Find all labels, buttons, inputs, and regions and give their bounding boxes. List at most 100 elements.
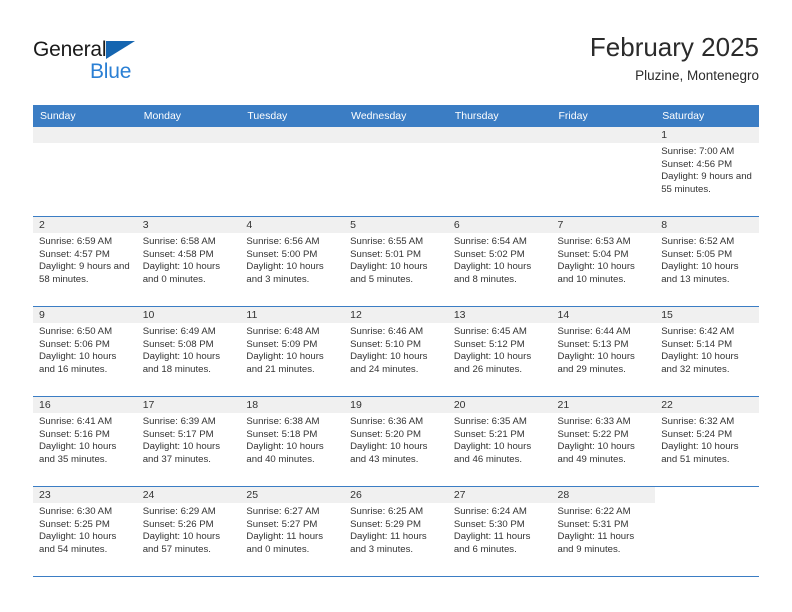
- calendar-day-19[interactable]: 19 Sunrise: 6:36 AM Sunset: 5:20 PM Dayligh…: [344, 397, 448, 486]
- sunset-text: Sunset: 4:58 PM: [142, 248, 214, 260]
- daylight-text: Daylight: 11 hours and 0 minutes.: [246, 531, 324, 555]
- calendar-cell: 15 Sunrise: 6:42 AM Sunset: 5:14 PM Dayligh…: [655, 306, 759, 397]
- day-details: Sunrise: 6:46 AM Sunset: 5:10 PM Daylight:…: [344, 323, 448, 376]
- calendar-day-16[interactable]: 16 Sunrise: 6:41 AM Sunset: 5:16 PM Dayligh…: [33, 397, 137, 486]
- day-number: 21: [551, 397, 656, 413]
- daylight-text: Daylight: 10 hours and 37 minutes.: [142, 441, 221, 465]
- daylight-text: Daylight: 10 hours and 35 minutes.: [39, 441, 117, 465]
- sunset-text: Sunset: 5:29 PM: [350, 518, 422, 530]
- day-number: [136, 127, 241, 143]
- day-number: [447, 127, 552, 143]
- day-number: 10: [136, 307, 241, 323]
- day-details: Sunrise: 6:56 AM Sunset: 5:00 PM Daylight:…: [240, 233, 344, 286]
- sunset-text: Sunset: 5:27 PM: [246, 518, 318, 530]
- calendar-day-24[interactable]: 24 Sunrise: 6:29 AM Sunset: 5:26 PM Dayligh…: [136, 487, 241, 576]
- calendar-day-12[interactable]: 12 Sunrise: 6:46 AM Sunset: 5:10 PM Dayligh…: [344, 307, 448, 396]
- sunrise-text: Sunrise: 6:22 AM: [557, 506, 631, 517]
- calendar-day-7[interactable]: 7 Sunrise: 6:53 AM Sunset: 5:04 PM Daylight…: [551, 217, 656, 306]
- sunset-text: Sunset: 5:26 PM: [142, 518, 214, 530]
- calendar-cell: 14 Sunrise: 6:44 AM Sunset: 5:13 PM Dayligh…: [551, 306, 656, 397]
- day-number: 6: [447, 217, 552, 233]
- day-details: Sunrise: 6:41 AM Sunset: 5:16 PM Daylight:…: [33, 413, 137, 466]
- calendar-cell: 6 Sunrise: 6:54 AM Sunset: 5:02 PM Daylight…: [447, 216, 552, 307]
- daylight-text: Daylight: 11 hours and 6 minutes.: [453, 531, 531, 555]
- calendar-week-row: 16 Sunrise: 6:41 AM Sunset: 5:16 PM Dayligh…: [33, 396, 759, 487]
- calendar-day-2[interactable]: 2 Sunrise: 6:59 AM Sunset: 4:57 PM Daylight…: [33, 217, 137, 306]
- day-details: Sunrise: 6:59 AM Sunset: 4:57 PM Daylight:…: [33, 233, 137, 286]
- calendar-day-3[interactable]: 3 Sunrise: 6:58 AM Sunset: 4:58 PM Daylight…: [136, 217, 241, 306]
- calendar-cell: 16 Sunrise: 6:41 AM Sunset: 5:16 PM Dayligh…: [33, 396, 137, 487]
- sunset-text: Sunset: 5:22 PM: [557, 428, 629, 440]
- day-details: Sunrise: 6:48 AM Sunset: 5:09 PM Daylight:…: [240, 323, 344, 376]
- page-title: February 2025: [589, 32, 759, 62]
- daylight-text: Daylight: 10 hours and 16 minutes.: [39, 351, 117, 375]
- calendar-body: 1 Sunrise: 7:00 AM Sunset: 4:56 PM Daylight…: [33, 127, 759, 577]
- calendar-day-empty: [240, 127, 345, 216]
- calendar-day-26[interactable]: 26 Sunrise: 6:25 AM Sunset: 5:29 PM Dayligh…: [344, 487, 448, 576]
- calendar-day-empty: [33, 127, 137, 216]
- calendar-day-8[interactable]: 8 Sunrise: 6:52 AM Sunset: 5:05 PM Daylight…: [655, 217, 759, 306]
- calendar-cell: 26 Sunrise: 6:25 AM Sunset: 5:29 PM Dayligh…: [344, 486, 448, 577]
- sunrise-text: Sunrise: 6:35 AM: [453, 416, 527, 427]
- day-details: Sunrise: 6:32 AM Sunset: 5:24 PM Daylight:…: [655, 413, 759, 466]
- calendar-day-4[interactable]: 4 Sunrise: 6:56 AM Sunset: 5:00 PM Daylight…: [240, 217, 345, 306]
- daylight-text: Daylight: 10 hours and 32 minutes.: [661, 351, 739, 375]
- day-number: 26: [344, 487, 448, 503]
- calendar-day-6[interactable]: 6 Sunrise: 6:54 AM Sunset: 5:02 PM Daylight…: [447, 217, 552, 306]
- sunset-text: Sunset: 5:09 PM: [246, 338, 318, 350]
- calendar-cell: [344, 127, 448, 217]
- page-header: General Blue February 2025 Pluzine, Mont…: [33, 30, 759, 98]
- daylight-text: Daylight: 10 hours and 43 minutes.: [350, 441, 428, 465]
- calendar-cell: 11 Sunrise: 6:48 AM Sunset: 5:09 PM Dayligh…: [240, 306, 345, 397]
- calendar-day-14[interactable]: 14 Sunrise: 6:44 AM Sunset: 5:13 PM Dayligh…: [551, 307, 656, 396]
- calendar-cell: 3 Sunrise: 6:58 AM Sunset: 4:58 PM Daylight…: [136, 216, 241, 307]
- day-details: Sunrise: 6:27 AM Sunset: 5:27 PM Daylight:…: [240, 503, 344, 556]
- calendar-day-18[interactable]: 18 Sunrise: 6:38 AM Sunset: 5:18 PM Dayligh…: [240, 397, 345, 486]
- sunrise-text: Sunrise: 6:24 AM: [453, 506, 527, 517]
- day-number: 19: [344, 397, 448, 413]
- day-details: Sunrise: 6:42 AM Sunset: 5:14 PM Daylight:…: [655, 323, 759, 376]
- daylight-text: Daylight: 10 hours and 21 minutes.: [246, 351, 324, 375]
- daylight-text: Daylight: 10 hours and 8 minutes.: [453, 261, 532, 285]
- sunrise-text: Sunrise: 6:25 AM: [350, 506, 424, 517]
- calendar-day-25[interactable]: 25 Sunrise: 6:27 AM Sunset: 5:27 PM Dayligh…: [240, 487, 345, 576]
- day-number: [344, 127, 448, 143]
- title-block: February 2025 Pluzine, Montenegro: [590, 30, 759, 86]
- day-details: Sunrise: 6:36 AM Sunset: 5:20 PM Daylight:…: [344, 413, 448, 466]
- sunset-text: Sunset: 5:04 PM: [557, 248, 629, 260]
- day-number: 15: [655, 307, 759, 323]
- calendar-day-28[interactable]: 28 Sunrise: 6:22 AM Sunset: 5:31 PM Dayligh…: [551, 487, 656, 576]
- general-blue-logo[interactable]: General Blue: [33, 38, 233, 90]
- calendar-day-23[interactable]: 23 Sunrise: 6:30 AM Sunset: 5:25 PM Dayligh…: [33, 487, 137, 576]
- calendar-day-17[interactable]: 17 Sunrise: 6:39 AM Sunset: 5:17 PM Dayligh…: [136, 397, 241, 486]
- daylight-text: Daylight: 10 hours and 24 minutes.: [350, 351, 428, 375]
- sunrise-text: Sunrise: 6:50 AM: [39, 326, 113, 337]
- calendar-cell: 18 Sunrise: 6:38 AM Sunset: 5:18 PM Dayligh…: [240, 396, 345, 487]
- sunrise-text: Sunrise: 6:54 AM: [453, 236, 527, 247]
- calendar-day-11[interactable]: 11 Sunrise: 6:48 AM Sunset: 5:09 PM Dayligh…: [240, 307, 345, 396]
- calendar-cell: 13 Sunrise: 6:45 AM Sunset: 5:12 PM Dayligh…: [447, 306, 552, 397]
- day-details: Sunrise: 6:22 AM Sunset: 5:31 PM Daylight:…: [552, 503, 656, 556]
- day-details: Sunrise: 6:39 AM Sunset: 5:17 PM Daylight:…: [137, 413, 241, 466]
- calendar-day-20[interactable]: 20 Sunrise: 6:35 AM Sunset: 5:21 PM Dayligh…: [447, 397, 552, 486]
- calendar-day-22[interactable]: 22 Sunrise: 6:32 AM Sunset: 5:24 PM Dayligh…: [655, 397, 759, 486]
- calendar-day-13[interactable]: 13 Sunrise: 6:45 AM Sunset: 5:12 PM Dayligh…: [447, 307, 552, 396]
- calendar-day-21[interactable]: 21 Sunrise: 6:33 AM Sunset: 5:22 PM Dayligh…: [551, 397, 656, 486]
- calendar-cell: 8 Sunrise: 6:52 AM Sunset: 5:05 PM Daylight…: [655, 216, 759, 307]
- daylight-text: Daylight: 11 hours and 9 minutes.: [557, 531, 635, 555]
- weekday-header-thursday: Thursday: [447, 105, 552, 127]
- sunrise-text: Sunrise: 6:49 AM: [142, 326, 216, 337]
- calendar-day-27[interactable]: 27 Sunrise: 6:24 AM Sunset: 5:30 PM Dayligh…: [447, 487, 552, 576]
- calendar-day-1[interactable]: 1 Sunrise: 7:00 AM Sunset: 4:56 PM Daylight…: [655, 127, 759, 216]
- calendar-day-10[interactable]: 10 Sunrise: 6:49 AM Sunset: 5:08 PM Dayligh…: [136, 307, 241, 396]
- weekday-header-monday: Monday: [136, 105, 241, 127]
- day-number: 14: [551, 307, 656, 323]
- calendar-day-15[interactable]: 15 Sunrise: 6:42 AM Sunset: 5:14 PM Dayligh…: [655, 307, 759, 396]
- day-details: Sunrise: 6:30 AM Sunset: 5:25 PM Daylight:…: [33, 503, 137, 556]
- sunset-text: Sunset: 5:16 PM: [39, 428, 110, 440]
- calendar-day-5[interactable]: 5 Sunrise: 6:55 AM Sunset: 5:01 PM Daylight…: [344, 217, 448, 306]
- calendar-cell: 9 Sunrise: 6:50 AM Sunset: 5:06 PM Daylight…: [33, 306, 137, 397]
- calendar-day-9[interactable]: 9 Sunrise: 6:50 AM Sunset: 5:06 PM Daylight…: [33, 307, 137, 396]
- daylight-text: Daylight: 10 hours and 13 minutes.: [661, 261, 739, 285]
- sunset-text: Sunset: 4:57 PM: [39, 248, 110, 260]
